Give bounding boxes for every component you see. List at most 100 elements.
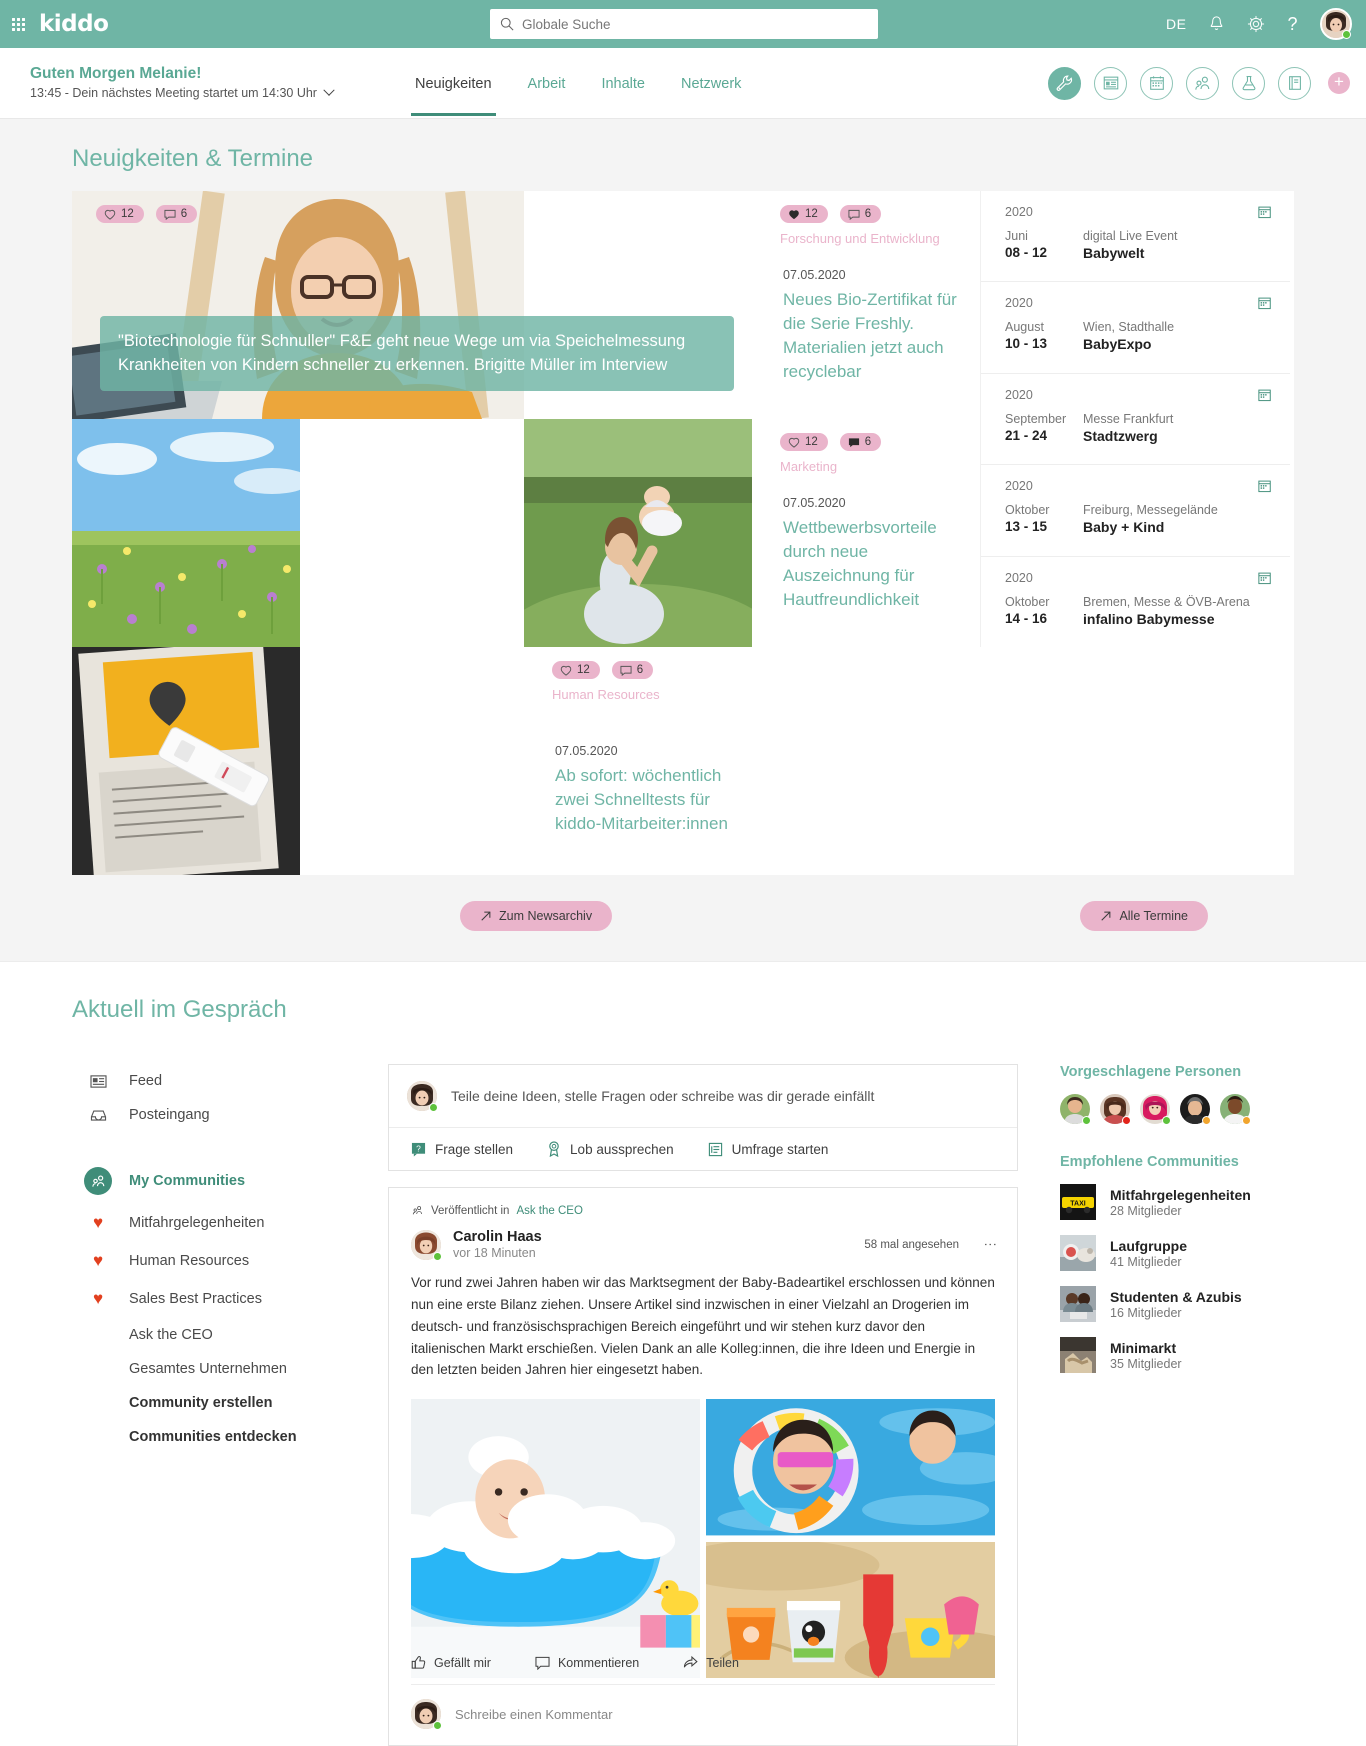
recommended-communities-title: Empfohlene Communities [1060,1154,1239,1170]
news-card-text-2[interactable]: 12 6 Marketing 07.05.2020 Wettbewerbsvor… [752,419,980,647]
comment-button[interactable]: Kommentieren [535,1655,639,1670]
ask-question-button[interactable]: ? Frage stellen [411,1141,513,1157]
community-item[interactable]: TAXI Mitfahrgelegenheiten 28 Mitglieder [1060,1184,1294,1220]
add-button[interactable]: + [1328,72,1350,94]
post-image-pool[interactable] [706,1399,995,1536]
give-praise-button[interactable]: Lob aussprechen [547,1141,674,1157]
tab-netzwerk[interactable]: Netzwerk [677,51,745,116]
post-author-name[interactable]: Carolin Haas [453,1229,542,1245]
calendar-icon[interactable] [1140,66,1173,100]
sidebar-item-ask-the-ceo[interactable]: Ask the CEO [72,1318,388,1352]
news-archive-button[interactable]: Zum Newsarchiv [460,901,613,931]
like-badge[interactable]: 12 [780,433,828,451]
community-item[interactable]: Laufgruppe 41 Mitglieder [1060,1235,1294,1271]
language-selector[interactable]: DE [1166,16,1186,32]
suggested-person-avatar[interactable] [1220,1094,1251,1125]
global-search[interactable] [490,9,878,39]
chevron-down-icon[interactable] [323,84,335,97]
dashboard-icon[interactable] [1094,66,1127,100]
comment-badge[interactable]: 6 [839,205,882,223]
card1-title[interactable]: Neues Bio-Zertifikat für die Serie Fresh… [783,288,960,385]
news-card-image-mother[interactable] [524,419,752,647]
bell-icon[interactable] [1208,15,1225,33]
like-button[interactable]: Gefällt mir [411,1655,491,1670]
comment-input-row[interactable]: Schreibe einen Kommentar [411,1684,995,1745]
event-month: September [1005,411,1067,426]
card1-badges: 12 6 [780,205,960,223]
composer-placeholder[interactable]: Teile deine Ideen, stelle Fragen oder sc… [451,1088,874,1104]
suggested-person-avatar[interactable] [1060,1094,1091,1125]
event-row[interactable]: 2020 Oktober 14 - 16 Bremen, Messe & ÖVB… [981,557,1290,647]
sidebar-item-mitfahrgelegenheiten[interactable]: ♥ Mitfahrgelegenheiten [72,1204,388,1242]
flask-icon[interactable] [1232,66,1265,100]
news-card-image-test[interactable] [72,647,524,875]
like-badge[interactable]: 12 [96,205,144,223]
sidebar-item-feed[interactable]: Feed [72,1064,388,1098]
sidebar-item-my-communities[interactable]: My Communities [72,1158,388,1204]
event-row[interactable]: 2020 Juni 08 - 12 digital Live Event Bab… [981,191,1290,283]
sidebar-item-human-resources[interactable]: ♥ Human Resources [72,1242,388,1280]
like-badge[interactable]: 12 [780,205,828,223]
sidebar-item-community-erstellen[interactable]: Community erstellen [72,1386,388,1420]
event-name: Baby + Kind [1083,519,1165,536]
brand-logo[interactable]: kiddo [39,11,109,37]
people-icon[interactable] [1186,66,1219,100]
news-hero-card[interactable]: 12 6 "Biotechnologie für Schnuller" F&E … [72,191,752,419]
comment-badge[interactable]: 6 [155,205,198,223]
card3-title[interactable]: Ab sofort: wöchentlich zwei Schnelltests… [555,764,732,836]
hero-caption[interactable]: "Biotechnologie für Schnuller" F&E geht … [100,315,734,391]
avatar[interactable] [411,1229,442,1261]
community-item[interactable]: Studenten & Azubis 16 Mitglieder [1060,1286,1294,1322]
card1-category[interactable]: Forschung und Entwicklung [780,231,960,246]
book-icon[interactable] [1278,66,1311,100]
user-avatar[interactable] [1320,8,1352,40]
news-card-image-meadow[interactable] [72,419,524,647]
comment-placeholder[interactable]: Schreibe einen Kommentar [455,1707,613,1722]
share-button[interactable]: Teilen [683,1655,739,1670]
add-to-calendar-icon[interactable] [1258,571,1272,585]
sidebar-item-communities-entdecken[interactable]: Communities entdecken [72,1420,388,1454]
tab-inhalte[interactable]: Inhalte [597,51,649,116]
next-meeting-text: 13:45 - Dein nächstes Meeting startet um… [30,86,317,101]
wrench-icon[interactable] [1048,66,1081,100]
start-poll-button[interactable]: Umfrage starten [708,1141,828,1157]
search-input[interactable] [522,16,868,32]
suggested-person-avatar[interactable] [1180,1094,1211,1125]
card2-category[interactable]: Marketing [780,459,960,474]
sidebar-item-posteingang[interactable]: Posteingang [72,1098,388,1132]
suggested-person-avatar[interactable] [1100,1094,1131,1125]
community-item[interactable]: Minimarkt 35 Mitglieder [1060,1337,1294,1373]
add-to-calendar-icon[interactable] [1258,296,1272,310]
like-badge[interactable]: 12 [552,661,600,679]
post-image-sandtoys[interactable] [706,1541,995,1679]
card3-category[interactable]: Human Resources [552,687,732,702]
card2-title[interactable]: Wettbewerbsvorteile durch neue Auszeichn… [783,516,960,613]
event-row[interactable]: 2020 September 21 - 24 Messe Frankfurt S… [981,374,1290,466]
event-row[interactable]: 2020 Oktober 13 - 15 Freiburg, Messegelä… [981,465,1290,557]
gear-icon[interactable] [1247,15,1265,33]
post-more-options-icon[interactable]: ⋮ [983,1238,998,1252]
app-grid-icon[interactable] [12,17,25,31]
all-events-button[interactable]: Alle Termine [1080,901,1208,931]
tab-arbeit[interactable]: Arbeit [524,51,570,116]
suggested-person-avatar[interactable] [1140,1094,1171,1125]
sidebar-item-sales-best-practices[interactable]: ♥ Sales Best Practices [72,1280,388,1318]
tab-neuigkeiten[interactable]: Neuigkeiten [410,51,496,116]
post-author-row: Carolin Haas vor 18 Minuten 58 mal anges… [411,1229,998,1261]
add-to-calendar-icon[interactable] [1258,388,1272,402]
news-grid: 12 6 "Biotechnologie für Schnuller" F&E … [72,191,1294,875]
sidebar-item-gesamtes-unternehmen[interactable]: Gesamtes Unternehmen [72,1352,388,1386]
composer-input-row[interactable]: Teile deine Ideen, stelle Fragen oder sc… [389,1065,1017,1127]
add-to-calendar-icon[interactable] [1258,205,1272,219]
published-community-link[interactable]: Ask the CEO [516,1205,582,1217]
add-to-calendar-icon[interactable] [1258,479,1272,493]
event-row[interactable]: 2020 August 10 - 13 Wien, Stadthalle Bab… [981,282,1290,374]
news-card-text-3[interactable]: 12 6 Human Resources 07.05.2020 Ab sofor… [524,647,752,875]
post-image-bathtub[interactable] [411,1399,700,1679]
comment-badge[interactable]: 6 [839,433,882,451]
news-card-text-1[interactable]: 12 6 Forschung und Entwicklung 07.05.202… [752,191,980,419]
comment-badge[interactable]: 6 [611,661,654,679]
help-icon[interactable]: ? [1287,14,1298,35]
sidebar-label: Mitfahrgelegenheiten [129,1215,265,1231]
next-meeting-row[interactable]: 13:45 - Dein nächstes Meeting startet um… [30,84,335,102]
